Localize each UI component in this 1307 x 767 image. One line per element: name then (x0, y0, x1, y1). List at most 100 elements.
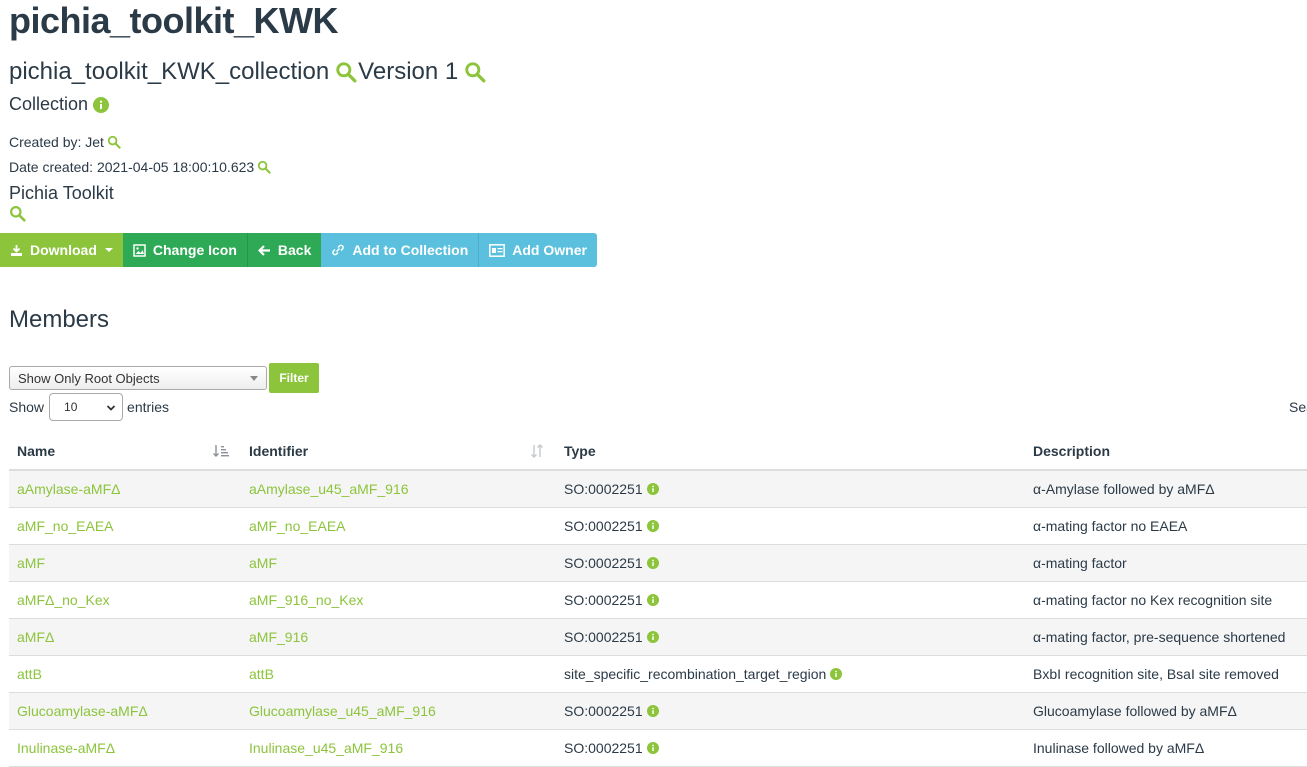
table-row: aMF aMF SO:0002251 α-mating factor (9, 544, 1307, 582)
back-button[interactable]: Back (246, 233, 322, 267)
add-owner-button[interactable]: Add Owner (478, 233, 597, 267)
version-label: Version 1 (358, 58, 459, 85)
search-icon[interactable] (464, 61, 486, 83)
info-icon[interactable] (647, 631, 659, 643)
action-toolbar: Download Change Icon Back Add to Collect… (0, 233, 597, 267)
kind-label: Collection (9, 94, 89, 114)
table-row: Glucoamylase-aMFΔ Glucoamylase_u45_aMF_9… (9, 692, 1307, 730)
info-icon[interactable] (647, 557, 659, 569)
table-header-row: Name Identifier Type Description (9, 433, 1307, 471)
member-identifier-link[interactable]: aMF_916_no_Kex (241, 581, 556, 619)
member-type: SO:0002251 (556, 581, 1025, 619)
info-icon[interactable] (647, 483, 659, 495)
column-label: Type (564, 443, 596, 459)
search-label: Sea (1289, 399, 1307, 415)
member-type: SO:0002251 (556, 507, 1025, 545)
member-description: α-mating factor no Kex recognition site (1025, 581, 1307, 619)
image-icon (133, 243, 146, 257)
member-identifier-link[interactable]: aMF_no_EAEA (241, 507, 556, 545)
sort-icon (213, 445, 229, 457)
member-name-link[interactable]: Inulinase-aMFΔ (9, 729, 241, 767)
member-description: BxbI recognition site, BsaI site removed (1025, 655, 1307, 693)
column-header-identifier[interactable]: Identifier (241, 433, 556, 471)
root-objects-select[interactable]: Show Only Root Objects (9, 366, 267, 390)
member-type: SO:0002251 (556, 729, 1025, 767)
type-label: SO:0002251 (564, 629, 643, 645)
created-by-label: Created by: Jet (9, 134, 104, 150)
member-description: α-mating factor, pre-sequence shortened (1025, 618, 1307, 656)
member-name-link[interactable]: aMFΔ_no_Kex (9, 581, 241, 619)
caret-down-icon (104, 248, 113, 252)
members-heading: Members (9, 306, 110, 333)
member-identifier-link[interactable]: aMF (241, 544, 556, 582)
member-identifier-link[interactable]: aAmylase_u45_aMF_916 (241, 470, 556, 508)
member-identifier-link[interactable]: Glucoamylase_u45_aMF_916 (241, 692, 556, 730)
entries-select[interactable]: 10 (49, 393, 124, 421)
type-label: SO:0002251 (564, 555, 643, 571)
chevron-down-icon (106, 405, 116, 411)
member-name-link[interactable]: aMFΔ (9, 618, 241, 656)
column-label: Description (1033, 443, 1111, 459)
search-icon[interactable] (257, 160, 271, 174)
member-type: SO:0002251 (556, 618, 1025, 656)
info-icon[interactable] (647, 594, 659, 606)
member-name-link[interactable]: Glucoamylase-aMFΔ (9, 692, 241, 730)
member-type: SO:0002251 (556, 470, 1025, 508)
member-name-link[interactable]: aMF_no_EAEA (9, 507, 241, 545)
member-description: α-Amylase followed by aMFΔ (1025, 470, 1307, 508)
collection-header: pichia_toolkit_KWK_collection Version 1 (9, 58, 487, 86)
member-description: Inulinase followed by aMFΔ (1025, 729, 1307, 767)
member-identifier-link[interactable]: aMF_916 (241, 618, 556, 656)
member-type: SO:0002251 (556, 692, 1025, 730)
link-icon (332, 244, 345, 256)
member-name-link[interactable]: attB (9, 655, 241, 693)
info-icon[interactable] (647, 705, 659, 717)
column-header-type: Type (556, 433, 1025, 471)
arrow-left-icon (257, 244, 270, 256)
id-card-icon (489, 243, 506, 257)
member-description: α-mating factor (1025, 544, 1307, 582)
entries-length-control: Show 10 entries (9, 393, 169, 421)
info-icon[interactable] (93, 97, 109, 113)
created-by: Created by: Jet (9, 134, 121, 150)
download-button[interactable]: Download (0, 233, 123, 267)
info-icon[interactable] (647, 520, 659, 532)
back-label: Back (277, 242, 312, 258)
member-identifier-link[interactable]: attB (241, 655, 556, 693)
member-identifier-link[interactable]: Inulinase_u45_aMF_916 (241, 729, 556, 767)
page-title: pichia_toolkit_KWK (9, 0, 339, 41)
download-icon (11, 244, 22, 256)
info-icon[interactable] (830, 668, 842, 680)
search-icon[interactable] (335, 61, 357, 83)
info-icon[interactable] (647, 742, 659, 754)
table-row: aMFΔ_no_Kex aMF_916_no_Kex SO:0002251 α-… (9, 581, 1307, 619)
table-row: Inulinase-aMFΔ Inulinase_u45_aMF_916 SO:… (9, 729, 1307, 767)
type-label: SO:0002251 (564, 592, 643, 608)
table-row: aAmylase-aMFΔ aAmylase_u45_aMF_916 SO:00… (9, 470, 1307, 508)
add-owner-label: Add Owner (512, 242, 587, 258)
column-header-name[interactable]: Name (9, 433, 241, 471)
member-type: site_specific_recombination_target_regio… (556, 655, 1025, 693)
column-label: Name (17, 443, 56, 459)
type-label: SO:0002251 (564, 481, 643, 497)
member-name-link[interactable]: aAmylase-aMFΔ (9, 470, 241, 508)
change-icon-button[interactable]: Change Icon (122, 233, 247, 267)
column-header-description: Description (1025, 433, 1307, 471)
member-name-link[interactable]: aMF (9, 544, 241, 582)
sort-icon (531, 444, 543, 458)
table-row: attB attB site_specific_recombination_ta… (9, 655, 1307, 693)
filter-button[interactable]: Filter (269, 363, 319, 393)
table-row: aMFΔ aMF_916 SO:0002251 α-mating factor,… (9, 618, 1307, 656)
add-to-collection-button[interactable]: Add to Collection (321, 233, 479, 267)
search-icon[interactable] (107, 135, 121, 149)
members-table: Name Identifier Type Description aAmylas… (9, 433, 1307, 767)
change-icon-label: Change Icon (152, 242, 237, 258)
show-label: Show (9, 399, 45, 415)
project-name: Pichia Toolkit (9, 183, 114, 203)
search-icon[interactable] (9, 205, 26, 222)
type-label: SO:0002251 (564, 518, 643, 534)
add-to-collection-label: Add to Collection (352, 242, 469, 258)
member-description: Glucoamylase followed by aMFΔ (1025, 692, 1307, 730)
root-objects-select-value: Show Only Root Objects (18, 370, 160, 386)
object-kind: Collection (9, 94, 109, 115)
